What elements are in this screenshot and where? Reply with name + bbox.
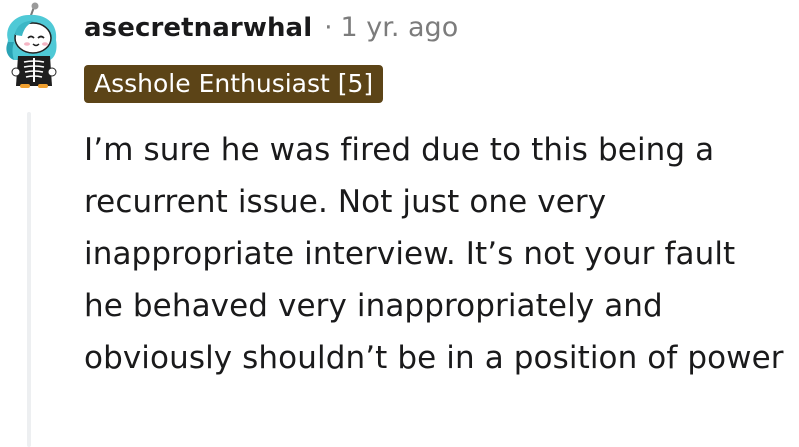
comment-timestamp[interactable]: 1 yr. ago [340,12,458,43]
snoo-avatar-icon [6,2,57,88]
thread-collapse-line[interactable] [27,112,31,447]
comment-body: I’m sure he was fired due to this being … [84,124,784,384]
comment-meta: asecretnarwhal · 1 yr. ago [84,12,458,43]
username-link[interactable]: asecretnarwhal [84,13,312,43]
user-avatar[interactable] [0,0,68,90]
user-flair: Asshole Enthusiast [5] [84,65,384,103]
comment: asecretnarwhal · 1 yr. ago Asshole Enthu… [0,0,799,447]
meta-separator: · [324,13,333,43]
comment-text: I’m sure he was fired due to this being … [84,132,784,376]
